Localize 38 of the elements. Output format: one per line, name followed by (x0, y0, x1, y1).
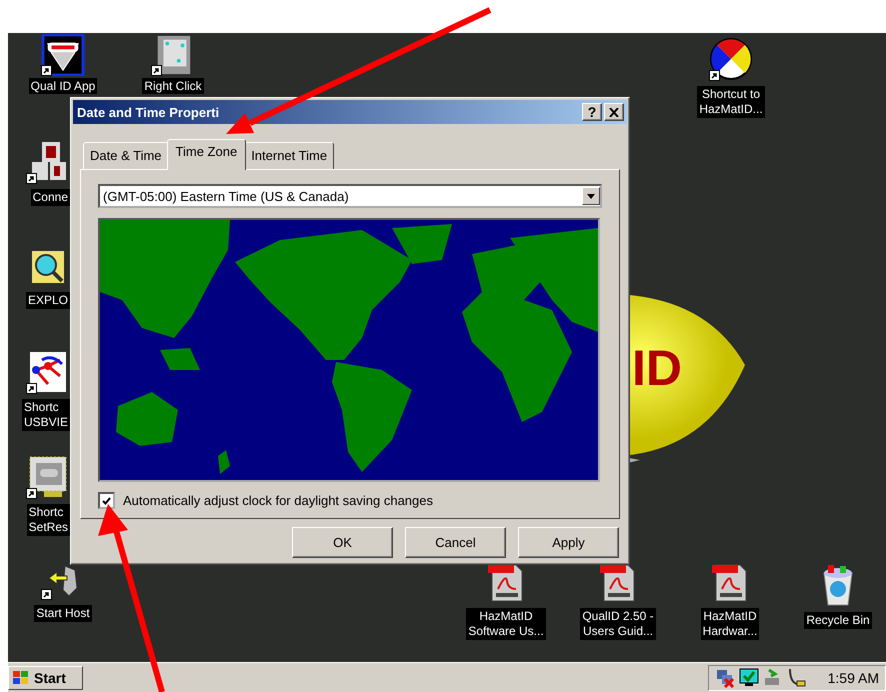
icon-label[interactable]: Shortc USBVIE (22, 399, 70, 431)
tab[interactable]: Time Zone (166, 139, 246, 170)
start-button[interactable]: Start (8, 666, 83, 690)
windows-flag-icon (12, 670, 30, 686)
close-button[interactable] (604, 103, 624, 121)
dropdown-arrow-icon (587, 194, 595, 198)
dialog-button[interactable]: Cancel (405, 527, 506, 558)
window-title: Date and Time Properti (77, 104, 220, 120)
tab[interactable]: Date & Time (83, 142, 169, 169)
checkbox[interactable] (98, 492, 115, 509)
icon-label[interactable]: Recycle Bin (804, 612, 872, 629)
clock[interactable]: 1:59 AM (828, 670, 879, 686)
checkbox-label[interactable]: Automatically adjust clock for daylight saving changes (123, 493, 433, 508)
dialog-button[interactable]: OK (292, 527, 393, 558)
monitor-check-icon[interactable] (739, 668, 759, 688)
help-button[interactable]: ? (582, 103, 602, 121)
icon-label[interactable]: HazMatID Software Us... (466, 608, 546, 640)
icon-label[interactable]: Shortcut to HazMatID... (697, 86, 765, 118)
network-diagram-icon (28, 350, 68, 394)
usb-plug-icon[interactable] (787, 668, 807, 688)
logo-text: ID (632, 340, 682, 396)
icon-label[interactable]: Right Click (142, 78, 204, 94)
monitor-icon (28, 455, 68, 499)
dialog-button[interactable]: Apply (518, 527, 619, 558)
icon-label[interactable]: QualID 2.50 - Users Guid... (580, 608, 656, 640)
checkmark-icon (102, 496, 111, 504)
tab[interactable]: Internet Time (244, 142, 334, 169)
pie-icon (709, 37, 753, 81)
icon-label[interactable]: HazMatID Hardwar... (700, 608, 760, 640)
network-error-icon[interactable] (715, 668, 735, 688)
triangle-logo-icon (41, 34, 85, 76)
icon-label[interactable]: Start Host (34, 605, 92, 622)
icon-label[interactable]: Conne (30, 189, 70, 206)
close-icon (609, 108, 619, 116)
icon-label[interactable]: Shortc SetRes (26, 504, 70, 536)
icon-label[interactable]: Qual ID App (28, 78, 98, 94)
time-zone-dropdown[interactable]: (GMT-05:00) Eastern Time (US & Canada) (98, 184, 602, 208)
icon-label[interactable]: EXPLO (26, 292, 70, 309)
